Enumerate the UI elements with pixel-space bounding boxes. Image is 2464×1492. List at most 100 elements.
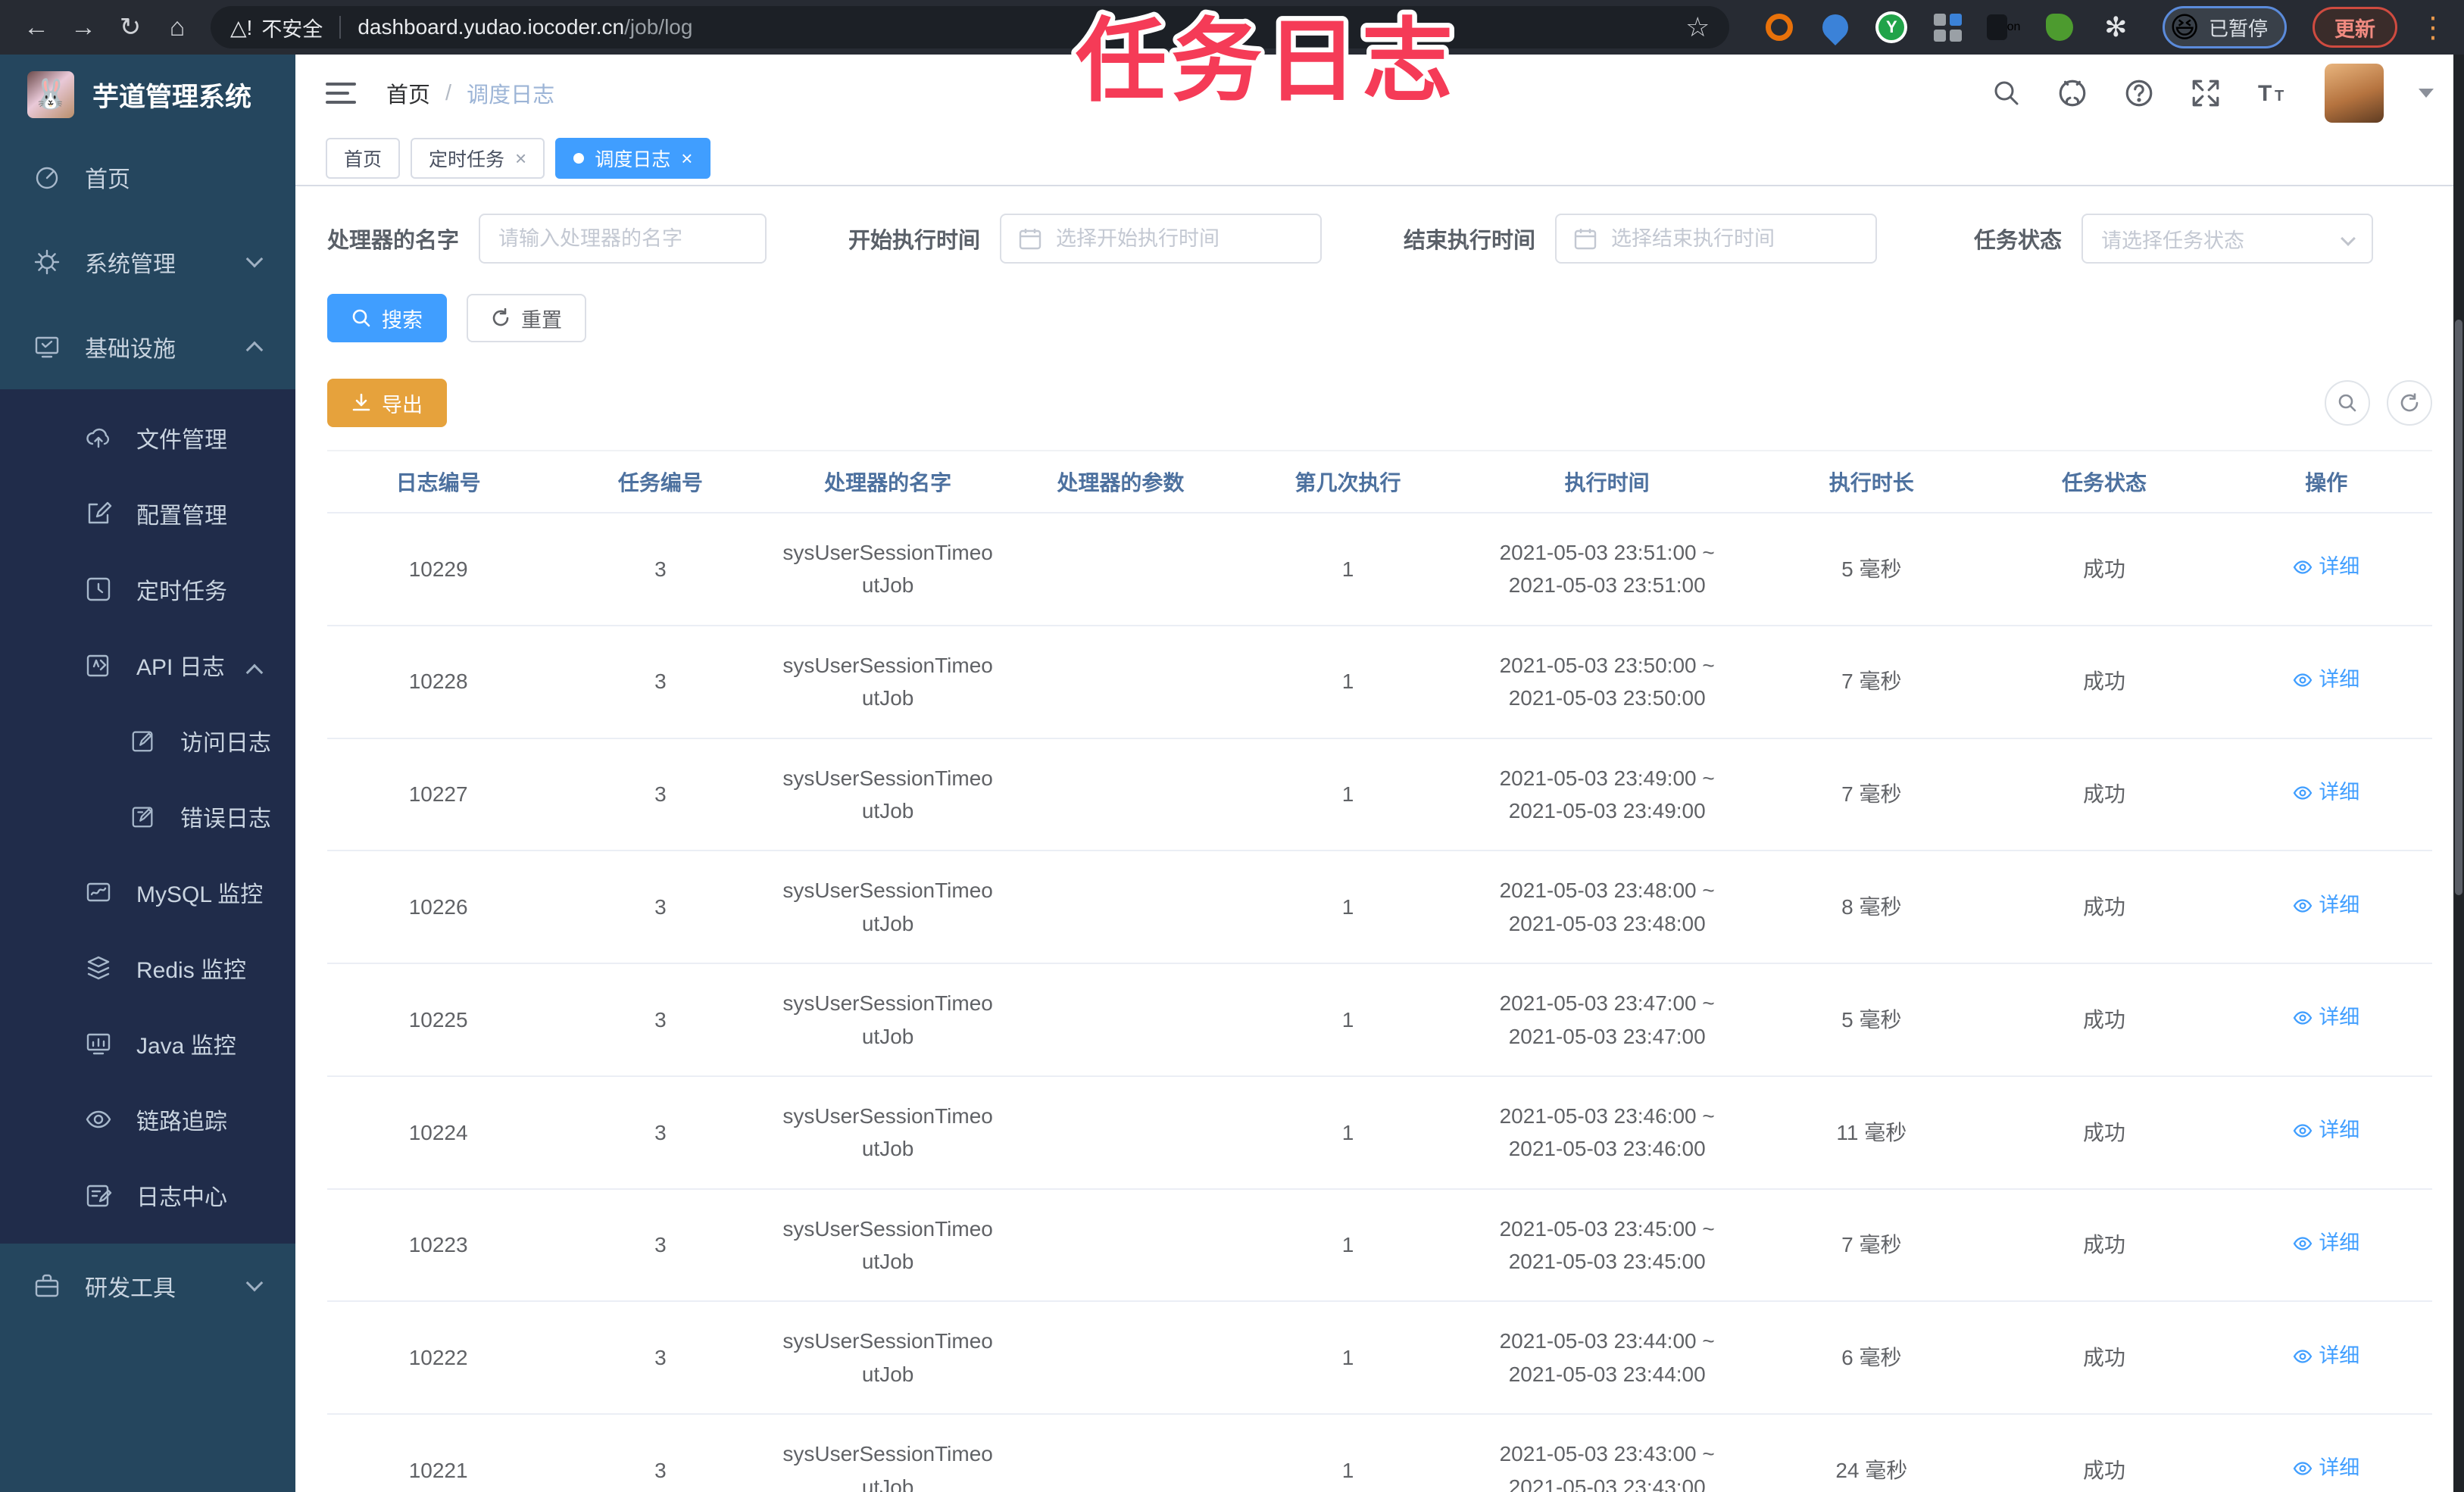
sidebar-item-error-log[interactable]: 错误日志 xyxy=(0,779,295,854)
detail-link[interactable]: 详细 xyxy=(2293,1341,2359,1372)
tab-home[interactable]: 首页 xyxy=(326,138,401,179)
browser-toolbar: ← → ↻ ⌂ △! 不安全 dashboard.yudao.iocoder.c… xyxy=(0,0,2464,55)
extension-green-y-icon[interactable]: Y xyxy=(1875,11,1908,44)
detail-link[interactable]: 详细 xyxy=(2293,664,2359,696)
cell-log-id: 10222 xyxy=(327,1301,550,1416)
cell-job-id: 3 xyxy=(549,1075,772,1190)
reload-icon[interactable]: ↻ xyxy=(111,8,150,47)
browser-menu-icon[interactable]: ⋮ xyxy=(2419,11,2447,45)
cell-execute-time: 2021-05-03 23:45:00 ~ 2021-05-03 23:45:0… xyxy=(1459,1188,1756,1303)
fullscreen-icon[interactable] xyxy=(2190,77,2222,109)
sidebar-item-scheduled-jobs[interactable]: 定时任务 xyxy=(0,551,295,627)
filter-actions: 搜索 重置 xyxy=(327,294,2432,342)
sidebar-item-log-center[interactable]: 日志中心 xyxy=(0,1157,295,1233)
address-bar[interactable]: △! 不安全 dashboard.yudao.iocoder.cn/job/lo… xyxy=(211,6,1730,48)
detail-link[interactable]: 详细 xyxy=(2293,890,2359,922)
reset-button[interactable]: 重置 xyxy=(467,294,586,342)
detail-link[interactable]: 详细 xyxy=(2293,1115,2359,1147)
java-monitor-icon xyxy=(86,1033,111,1055)
close-icon[interactable]: × xyxy=(681,148,692,168)
col-duration: 执行时长 xyxy=(1755,450,1988,513)
extension-orange-ring-icon[interactable] xyxy=(1763,11,1796,44)
active-dot xyxy=(573,153,585,164)
sidebar-item-redis-monitor[interactable]: Redis 监控 xyxy=(0,930,295,1006)
export-button[interactable]: 导出 xyxy=(327,379,447,427)
github-icon[interactable] xyxy=(2056,77,2088,109)
col-execute-index: 第几次执行 xyxy=(1236,450,1460,513)
breadcrumb-home[interactable]: 首页 xyxy=(386,77,430,109)
sidebar-item-infrastructure[interactable]: 基础设施 xyxy=(0,304,295,389)
home-icon[interactable]: ⌂ xyxy=(158,8,197,47)
cell-handler-name: sysUserSessionTimeoutJob xyxy=(771,1188,1004,1303)
extension-on-badge-icon[interactable]: on xyxy=(1987,11,2020,44)
cloud-upload-icon xyxy=(86,428,110,448)
sidebar-item-access-log[interactable]: 访问日志 xyxy=(0,703,295,779)
cell-status: 成功 xyxy=(1988,738,2221,852)
detail-link[interactable]: 详细 xyxy=(2293,777,2359,809)
security-status[interactable]: △! 不安全 xyxy=(230,13,323,42)
forward-icon[interactable]: → xyxy=(64,8,103,47)
sidebar-item-system[interactable]: 系统管理 xyxy=(0,220,295,304)
chevron-up-icon xyxy=(245,663,264,682)
font-size-icon[interactable]: T T xyxy=(2256,77,2290,109)
bookmark-star-icon[interactable]: ☆ xyxy=(1685,11,1710,43)
user-avatar[interactable] xyxy=(2325,64,2384,123)
job-status-label: 任务状态 xyxy=(1974,229,2063,253)
cell-job-id: 3 xyxy=(549,851,772,965)
sidebar-item-home[interactable]: 首页 xyxy=(0,135,295,220)
cell-handler-param xyxy=(1004,625,1237,739)
extension-grid-icon[interactable] xyxy=(1931,11,1964,44)
dashboard-icon xyxy=(36,167,58,189)
begin-time-input[interactable] xyxy=(1000,214,1323,264)
cell-execute-index: 1 xyxy=(1236,1414,1460,1492)
cell-actions: 详细 xyxy=(2220,1414,2432,1492)
sidebar-item-api-log[interactable]: API 日志 xyxy=(0,627,295,703)
cell-execute-time: 2021-05-03 23:44:00 ~ 2021-05-03 23:44:0… xyxy=(1459,1301,1756,1416)
cell-handler-param xyxy=(1004,963,1237,1077)
cell-actions: 详细 xyxy=(2220,738,2432,852)
detail-link[interactable]: 详细 xyxy=(2293,551,2359,583)
refresh-table-button[interactable] xyxy=(2387,380,2432,426)
sidebar-item-dev-tools[interactable]: 研发工具 xyxy=(0,1244,295,1328)
chevron-down-icon[interactable] xyxy=(2419,89,2434,98)
tab-job-log[interactable]: 调度日志 × xyxy=(555,138,711,179)
scrollbar-thumb[interactable] xyxy=(2455,320,2462,895)
page-scrollbar[interactable] xyxy=(2453,55,2464,1492)
detail-link[interactable]: 详细 xyxy=(2293,1228,2359,1259)
extension-green-leaf-icon[interactable] xyxy=(2043,11,2076,44)
detail-link[interactable]: 详细 xyxy=(2293,1002,2359,1034)
help-icon[interactable] xyxy=(2123,77,2155,109)
browser-profile-badge[interactable]: 😆 已暂停 xyxy=(2163,6,2287,48)
job-status-select[interactable]: 请选择任务状态 xyxy=(2081,214,2374,264)
table-row: 10226 3 sysUserSessionTimeoutJob 1 2021-… xyxy=(327,851,2432,965)
sidebar-item-mysql-monitor[interactable]: MySQL 监控 xyxy=(0,854,295,930)
back-icon[interactable]: ← xyxy=(17,8,56,47)
tab-scheduled-jobs[interactable]: 定时任务 × xyxy=(411,138,545,179)
cell-execute-index: 1 xyxy=(1236,851,1460,965)
table-row: 10228 3 sysUserSessionTimeoutJob 1 2021-… xyxy=(327,625,2432,739)
table-row: 10225 3 sysUserSessionTimeoutJob 1 2021-… xyxy=(327,963,2432,1077)
eye-icon xyxy=(2294,1237,2313,1250)
end-time-input[interactable] xyxy=(1555,214,1878,264)
search-icon[interactable] xyxy=(1991,78,2022,108)
job-log-table: 日志编号 任务编号 处理器的名字 处理器的参数 第几次执行 执行时间 执行时长 … xyxy=(327,450,2432,1492)
close-icon[interactable]: × xyxy=(515,148,526,168)
table-row: 10224 3 sysUserSessionTimeoutJob 1 2021-… xyxy=(327,1075,2432,1190)
extension-blue-pin-icon[interactable] xyxy=(1817,8,1854,46)
sidebar-collapse-icon[interactable] xyxy=(326,83,356,104)
sidebar-item-config-management[interactable]: 配置管理 xyxy=(0,476,295,551)
sidebar-item-java-monitor[interactable]: Java 监控 xyxy=(0,1006,295,1082)
sidebar-item-trace[interactable]: 链路追踪 xyxy=(0,1082,295,1157)
sidebar-item-file-management[interactable]: 文件管理 xyxy=(0,400,295,476)
detail-link[interactable]: 详细 xyxy=(2293,1453,2359,1484)
cell-actions: 详细 xyxy=(2220,851,2432,965)
extensions-puzzle-icon[interactable]: ✻ xyxy=(2099,11,2132,44)
search-button[interactable]: 搜索 xyxy=(327,294,447,342)
toggle-search-button[interactable] xyxy=(2325,380,2370,426)
eye-icon xyxy=(2294,1462,2313,1476)
browser-update-button[interactable]: 更新 xyxy=(2313,7,2397,48)
eye-icon xyxy=(2294,560,2313,574)
handler-name-input[interactable] xyxy=(479,214,767,264)
cell-execute-index: 1 xyxy=(1236,1301,1460,1416)
app-logo-row[interactable]: 🐰 芋道管理系统 xyxy=(0,55,295,135)
